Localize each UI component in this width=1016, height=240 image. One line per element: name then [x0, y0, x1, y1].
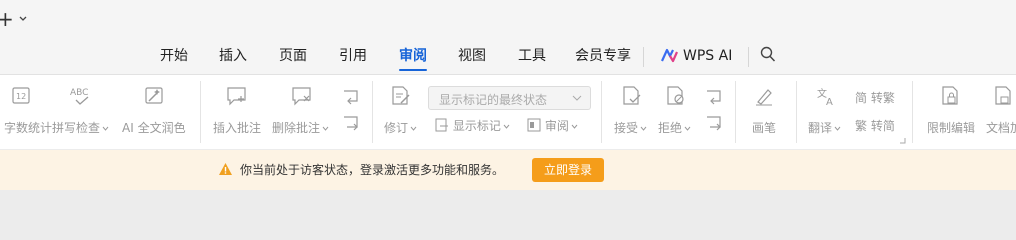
traditional-to-simplified-button[interactable]: 繁 转简: [855, 118, 895, 134]
word-count-label: 字数统计: [4, 121, 53, 135]
document-protect-label: 文档加: [986, 121, 1016, 135]
warning-icon: [219, 163, 232, 175]
new-tab-button[interactable]: +: [0, 9, 14, 29]
tab-divider: [748, 47, 749, 67]
group-divider: [912, 81, 913, 143]
delete-comment-label: 删除批注: [272, 119, 329, 136]
group-divider: [735, 81, 736, 143]
markup-mode-select[interactable]: 显示标记的最终状态: [428, 86, 591, 110]
login-button[interactable]: 立即登录: [532, 158, 604, 182]
markup-mode-value: 显示标记的最终状态: [439, 93, 548, 107]
track-changes-icon: [392, 86, 410, 105]
previous-change-icon[interactable]: [705, 89, 723, 105]
next-change-icon[interactable]: [705, 115, 723, 131]
accept-icon: [623, 86, 641, 105]
translate-icon: 文A: [817, 87, 833, 107]
delete-comment-icon: [292, 87, 311, 106]
tab-view[interactable]: 视图: [458, 47, 486, 65]
tab-divider: [643, 47, 644, 67]
active-tab-indicator: [399, 69, 427, 71]
expand-corner-icon[interactable]: [900, 138, 906, 144]
svg-text:ABC: ABC: [70, 88, 88, 98]
tab-references[interactable]: 引用: [339, 47, 367, 65]
next-comment-icon[interactable]: [342, 115, 360, 131]
simplified-to-traditional-button[interactable]: 简 转繁: [855, 90, 895, 106]
lock-document-icon: [942, 86, 958, 105]
previous-comment-icon[interactable]: [342, 89, 360, 105]
tab-tools[interactable]: 工具: [518, 47, 546, 65]
title-bar: +: [0, 0, 1016, 40]
tab-review[interactable]: 审阅: [399, 47, 427, 65]
chevron-down-icon[interactable]: [18, 11, 28, 25]
group-divider: [372, 81, 373, 143]
track-changes-label: 修订: [384, 119, 417, 136]
reject-label: 拒绝: [658, 119, 691, 136]
tab-member[interactable]: 会员专享: [575, 47, 631, 65]
reject-icon: [667, 86, 684, 105]
group-divider: [200, 81, 201, 143]
tab-wps-ai[interactable]: WPS AI: [683, 47, 732, 65]
review-toolbar: 12 字数统计 ABC 拼写检查 AI 全文润色 插入批注 删除批注 修订 显示…: [0, 74, 1016, 149]
wps-ai-logo-icon: [661, 48, 678, 63]
delete-comment-button[interactable]: 删除批注: [272, 85, 332, 135]
ai-polish-label: AI 全文润色: [122, 121, 186, 135]
spell-check-button[interactable]: ABC 拼写检查: [52, 85, 110, 135]
group-divider: [601, 81, 602, 143]
document-protect-button[interactable]: 文档加: [984, 85, 1016, 135]
spell-check-label: 拼写检查: [52, 119, 109, 136]
reject-change-button[interactable]: 拒绝: [656, 85, 696, 135]
tab-insert[interactable]: 插入: [219, 47, 247, 65]
chevron-down-icon: [572, 95, 582, 101]
review-pane-button[interactable]: 审阅: [527, 118, 578, 134]
guest-notice-bar: 你当前处于访客状态，登录激活更多功能和服务。 立即登录: [0, 150, 1016, 190]
review-pane-icon: [527, 118, 541, 132]
restrict-edit-button[interactable]: 限制编辑: [924, 85, 978, 135]
guest-notice-message: 你当前处于访客状态，登录激活更多功能和服务。: [240, 163, 505, 177]
svg-text:A: A: [826, 97, 833, 107]
translate-button[interactable]: 文A 翻译: [806, 85, 846, 135]
word-count-icon: 12: [12, 87, 30, 104]
show-markup-button[interactable]: 显示标记: [435, 118, 510, 134]
magic-wand-icon: [145, 87, 163, 104]
track-changes-button[interactable]: 修订: [382, 85, 420, 135]
group-divider: [796, 81, 797, 143]
ai-polish-button[interactable]: AI 全文润色: [122, 85, 186, 135]
add-comment-icon: [227, 87, 246, 106]
svg-text:12: 12: [16, 92, 26, 101]
pen-icon: [756, 89, 772, 106]
ribbon-tabs: 开始 插入 页面 引用 审阅 视图 工具 会员专享 WPS AI: [0, 40, 1016, 74]
restrict-edit-label: 限制编辑: [927, 121, 976, 135]
insert-comment-button[interactable]: 插入批注: [212, 85, 262, 135]
protect-document-icon: [995, 86, 1011, 105]
insert-comment-label: 插入批注: [213, 121, 262, 135]
tab-home[interactable]: 开始: [160, 47, 188, 65]
spell-check-icon: ABC: [70, 88, 88, 105]
accept-change-button[interactable]: 接受: [612, 85, 652, 135]
accept-label: 接受: [614, 119, 647, 136]
pen-button[interactable]: 画笔: [748, 85, 780, 135]
pen-label: 画笔: [752, 121, 777, 135]
show-markup-icon: [435, 118, 448, 132]
word-count-button[interactable]: 12 字数统计: [0, 85, 52, 135]
translate-label: 翻译: [808, 119, 841, 136]
search-icon[interactable]: [760, 46, 776, 63]
tab-page[interactable]: 页面: [279, 47, 307, 65]
